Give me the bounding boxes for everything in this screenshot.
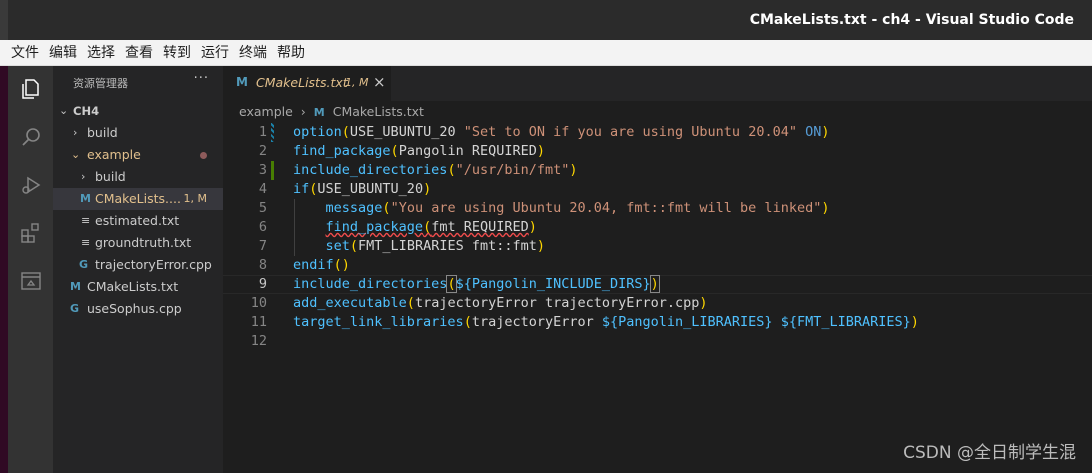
tree-folder-build[interactable]: › build [53, 122, 223, 144]
remote-explorer-icon[interactable] [16, 266, 46, 296]
tree-label: trajectoryError.cpp [95, 257, 212, 272]
modified-dot-icon [200, 152, 207, 159]
code-line: if(USE_UBUNTU_20) [293, 181, 432, 197]
tree-file-cmakelists-example[interactable]: M CMakeLists.... 1, M [53, 188, 223, 210]
tree-root-ch4[interactable]: ⌄ CH4 [53, 100, 223, 122]
line-number: 1 [258, 124, 267, 140]
explorer-icon[interactable] [16, 74, 46, 104]
title-bar: CMakeLists.txt - ch4 - Visual Studio Cod… [0, 0, 1092, 40]
gutter-added-marker[interactable] [271, 161, 274, 180]
tree-label: useSophus.cpp [87, 301, 182, 316]
search-icon[interactable] [16, 122, 46, 152]
tree-label: build [87, 125, 118, 140]
breadcrumb: example › M CMakeLists.txt [223, 101, 1092, 123]
menu-go[interactable]: 转到 [158, 40, 196, 66]
window-title: CMakeLists.txt - ch4 - Visual Studio Cod… [749, 12, 1074, 28]
cpp-file-icon: G [70, 302, 80, 315]
menu-selection[interactable]: 选择 [82, 40, 120, 66]
tree-label: CH4 [73, 104, 100, 118]
explorer-sidebar: 资源管理器 ··· ⌄ CH4 › build ⌄ example › buil… [53, 66, 223, 473]
cmake-file-icon: M [70, 280, 81, 293]
line-number: 12 [250, 333, 267, 349]
code-lines[interactable]: option(USE_UBUNTU_20 "Set to ON if you a… [223, 123, 1092, 473]
menu-help[interactable]: 帮助 [272, 40, 310, 66]
code-line: target_link_libraries(trajectoryError ${… [293, 314, 919, 330]
tree-label: groundtruth.txt [95, 235, 192, 250]
code-line: include_directories("/usr/bin/fmt") [293, 162, 578, 178]
breadcrumb-separator-icon: › [300, 104, 306, 119]
text-file-icon: ≡ [81, 214, 91, 227]
tree-label: example [87, 147, 141, 162]
line-number: 10 [250, 295, 267, 311]
menu-edit[interactable]: 编辑 [44, 40, 82, 66]
breadcrumb-folder[interactable]: example [239, 101, 293, 123]
tab-badge: 1, M [345, 76, 369, 89]
menu-bar: 文件 编辑 选择 查看 转到 运行 终端 帮助 [0, 40, 1092, 66]
cmake-file-icon: M [80, 192, 91, 205]
line-number: 2 [258, 143, 267, 159]
line-number: 7 [258, 238, 267, 254]
extensions-icon[interactable] [16, 218, 46, 248]
line-number-gutter: 1 2 3 4 5 6 7 8 9 10 11 12 [223, 123, 274, 473]
more-actions-icon[interactable]: ··· [194, 71, 209, 86]
line-number: 11 [250, 314, 267, 330]
text-file-icon: ≡ [81, 236, 91, 249]
tree-file-trajectoryerror[interactable]: G trajectoryError.cpp [53, 254, 223, 276]
tab-cmakelists[interactable]: M CMakeLists.txt 1, M × [223, 66, 391, 101]
activity-bar [8, 66, 53, 473]
code-line: message("You are using Ubuntu 20.04, fmt… [325, 200, 830, 216]
tree-label: estimated.txt [95, 213, 180, 228]
tree-file-estimated[interactable]: ≡ estimated.txt [53, 210, 223, 232]
chevron-right-icon: › [73, 126, 78, 139]
tree-file-usesophus[interactable]: G useSophus.cpp [53, 298, 223, 320]
menu-file[interactable]: 文件 [6, 40, 44, 66]
line-number: 5 [258, 200, 267, 216]
tree-label: build [95, 169, 126, 184]
watermark: CSDN @全日制学生混 [903, 443, 1076, 463]
cmake-file-icon: M [236, 75, 248, 89]
menu-terminal[interactable]: 终端 [234, 40, 272, 66]
modified-badge: 1, M [183, 192, 207, 205]
cpp-file-icon: G [79, 258, 89, 271]
menu-view[interactable]: 查看 [120, 40, 158, 66]
tree-label: CMakeLists.... [95, 191, 181, 206]
chevron-right-icon: › [81, 170, 86, 183]
tree-folder-example[interactable]: ⌄ example [53, 144, 223, 166]
cmake-file-icon: M [313, 106, 325, 119]
code-editor[interactable]: 1 2 3 4 5 6 7 8 9 10 11 12 option(USE_UB… [223, 123, 1092, 473]
code-line: endif() [293, 257, 350, 273]
code-line: find_package(fmt REQUIRED) [325, 219, 537, 235]
run-debug-icon[interactable] [16, 170, 46, 200]
title-bar-edge [0, 0, 8, 40]
explorer-header: 资源管理器 [73, 77, 128, 90]
tree-folder-example-build[interactable]: › build [53, 166, 223, 188]
desktop-edge [0, 66, 8, 473]
editor-tabs: M CMakeLists.txt 1, M × [223, 66, 1092, 101]
tree-label: CMakeLists.txt [87, 279, 179, 294]
close-icon[interactable]: × [373, 73, 386, 91]
line-number: 6 [258, 219, 267, 235]
code-line: set(FMT_LIBRARIES fmt::fmt) [325, 238, 545, 254]
code-line: find_package(Pangolin REQUIRED) [293, 143, 545, 159]
menu-run[interactable]: 运行 [196, 40, 234, 66]
breadcrumb-file[interactable]: CMakeLists.txt [333, 101, 424, 123]
line-number: 8 [258, 257, 267, 273]
chevron-down-icon: ⌄ [71, 148, 81, 161]
line-number: 4 [258, 181, 267, 197]
tree-file-groundtruth[interactable]: ≡ groundtruth.txt [53, 232, 223, 254]
gutter-modified-marker[interactable] [271, 123, 274, 142]
line-number: 3 [258, 162, 267, 178]
tab-label: CMakeLists.txt [256, 75, 348, 90]
code-line: option(USE_UBUNTU_20 "Set to ON if you a… [293, 124, 830, 140]
chevron-down-icon: ⌄ [59, 104, 69, 117]
code-line-active: include_directories(${Pangolin_INCLUDE_D… [293, 275, 660, 293]
code-line: add_executable(trajectoryError trajector… [293, 295, 708, 311]
tree-file-cmakelists-root[interactable]: M CMakeLists.txt [53, 276, 223, 298]
